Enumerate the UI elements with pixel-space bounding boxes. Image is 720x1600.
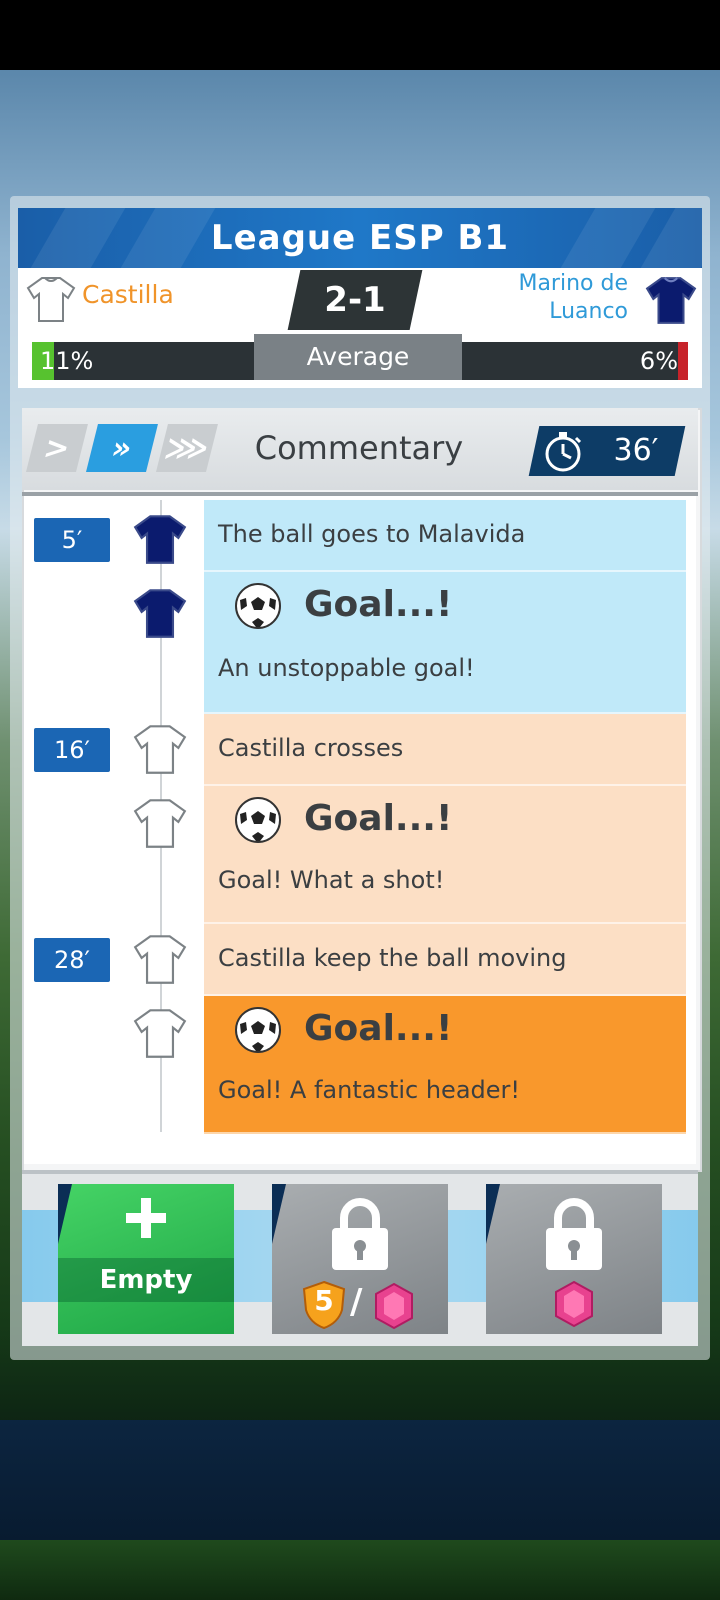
separator: /: [350, 1282, 363, 1322]
gem-icon: [375, 1282, 413, 1330]
possession-label: Average: [306, 342, 410, 371]
match-score: 2-1: [324, 280, 386, 320]
locked-slot-2[interactable]: [486, 1184, 662, 1334]
away-possession: 6%: [639, 347, 678, 375]
away-team-name-line2: Luanco: [549, 299, 628, 324]
home-shirt-icon: [133, 799, 187, 848]
goal-title: Goal...!: [304, 798, 453, 839]
away-shirt-icon: [133, 589, 187, 638]
commentary-entry: Castilla keep the ball moving: [204, 924, 686, 996]
goal-entry: Goal...! An unstoppable goal!: [204, 572, 686, 714]
locked-slot-1[interactable]: 5 /: [272, 1184, 448, 1334]
home-shirt-icon: [133, 935, 187, 984]
teams-row: Castilla 2-1 Marino de Luanco: [18, 268, 702, 334]
away-possession-fill: [678, 342, 688, 380]
home-team-name: Castilla: [82, 280, 174, 309]
bottom-band: [0, 1420, 720, 1540]
match-clock: 36′: [613, 433, 659, 468]
empty-slot-button[interactable]: Empty: [58, 1184, 234, 1334]
lock-icon: [546, 1198, 602, 1270]
away-shirt-icon: [645, 277, 697, 324]
away-team-name: Marino de Luanco: [478, 270, 628, 326]
status-bar: [0, 0, 720, 70]
away-team-name-line1: Marino de: [518, 271, 628, 296]
goal-title: Goal...!: [304, 1008, 453, 1049]
slot-notch: [486, 1184, 500, 1244]
home-possession: 11%: [40, 347, 94, 375]
plus-icon: [126, 1198, 166, 1238]
gem-icon: [555, 1280, 593, 1328]
possession-row: 11% Average 6%: [18, 334, 702, 388]
soccer-ball-icon: [235, 797, 281, 843]
entry-text: Castilla crosses: [218, 734, 404, 762]
stopwatch-icon: [545, 432, 582, 472]
minute-badge: 5′: [34, 518, 110, 562]
goal-entry-highlighted: Goal...! Goal! A fantastic header!: [204, 996, 686, 1134]
commentary-entry: The ball goes to Malavida: [204, 500, 686, 572]
soccer-ball-icon: [235, 583, 281, 629]
slot-notch: [58, 1184, 72, 1244]
away-shirt-icon: [133, 515, 187, 564]
empty-slot-label: Empty: [58, 1258, 234, 1302]
entry-text: Goal! A fantastic header!: [218, 1076, 521, 1104]
minute-badge: 16′: [34, 728, 110, 772]
goal-entry: Goal...! Goal! What a shot!: [204, 786, 686, 924]
league-title: League ESP B1: [210, 218, 510, 258]
entry-text: The ball goes to Malavida: [218, 520, 526, 548]
soccer-ball-icon: [235, 1007, 281, 1053]
entry-text: An unstoppable goal!: [218, 654, 475, 682]
entry-text: Goal! What a shot!: [218, 866, 445, 894]
minute-badge: 28′: [34, 938, 110, 982]
level-number: 5: [314, 1284, 334, 1317]
league-header: League ESP B1: [18, 208, 702, 268]
home-shirt-icon: [133, 1009, 187, 1058]
slot-notch: [272, 1184, 286, 1244]
entry-text: Castilla keep the ball moving: [218, 944, 567, 972]
bottom-grass: [0, 1540, 720, 1600]
home-shirt-icon: [26, 277, 76, 322]
commentary-entry: Castilla crosses: [204, 714, 686, 786]
speed-2x-button[interactable]: »: [86, 424, 158, 472]
home-shirt-icon: [133, 725, 187, 774]
commentary-title: Commentary: [254, 429, 464, 467]
goal-title: Goal...!: [304, 584, 453, 625]
lock-icon: [332, 1198, 388, 1270]
